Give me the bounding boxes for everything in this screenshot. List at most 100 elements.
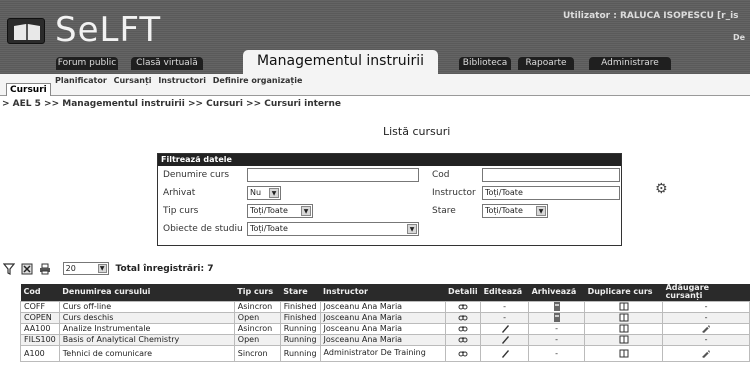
app-title: SeLFT <box>55 10 162 50</box>
details-icon[interactable] <box>458 313 468 322</box>
duplicate-icon[interactable] <box>619 324 629 333</box>
cell-add <box>662 344 750 362</box>
header-extra[interactable]: De <box>733 33 745 42</box>
cell-details <box>444 322 482 335</box>
cell-add: - <box>662 300 750 313</box>
cell-code: COPEN <box>20 311 60 324</box>
cell-edit <box>480 333 530 346</box>
duplicate-icon[interactable] <box>619 335 629 344</box>
filter-apply-icon[interactable]: ⚙ <box>655 181 668 197</box>
cell-status: Running <box>279 344 321 362</box>
subjects-label: Obiecte de studiu <box>163 224 243 234</box>
cell-duplicate <box>584 311 664 324</box>
add-students-icon[interactable] <box>701 324 711 333</box>
edit-pencil-icon[interactable] <box>500 324 510 333</box>
archived-label: Arhivat <box>163 188 196 198</box>
tab-administrare[interactable]: Administrare <box>589 57 671 70</box>
page-size-value: 20 <box>65 264 76 273</box>
table-row[interactable]: COPEN Curs deschis Open Finished Josceanu An… <box>20 311 750 324</box>
instructor-select[interactable]: Toți/Toate <box>482 186 620 200</box>
course-name-input[interactable] <box>247 168 419 182</box>
subtab-definire-organizatie[interactable]: Definire organizație <box>213 76 303 85</box>
cell-instructor: Josceanu Ana Maria <box>319 311 446 324</box>
cell-edit: - <box>480 300 530 313</box>
cell-status: Running <box>279 333 321 346</box>
col-arhiveaza: Arhivează <box>528 284 585 301</box>
cell-status: Finished <box>279 300 321 313</box>
details-icon[interactable] <box>458 335 468 344</box>
col-instructor[interactable]: Instructor <box>320 284 446 301</box>
table-toolbar: 20 ▼ Total înregistrări: 7 <box>3 262 213 276</box>
subtab-instructori[interactable]: Instructori <box>158 76 206 85</box>
cell-name: Analize Instrumentale <box>58 322 235 335</box>
duplicate-icon[interactable] <box>619 349 629 358</box>
archive-icon[interactable] <box>552 302 562 311</box>
col-stare[interactable]: Stare <box>280 284 321 301</box>
cell-add: - <box>662 311 750 324</box>
subtab-cursuri[interactable]: Cursuri <box>6 83 51 96</box>
code-input[interactable] <box>482 168 620 182</box>
add-students-icon[interactable] <box>701 349 711 358</box>
archived-select[interactable]: Nu ▼ <box>247 186 281 200</box>
tab-clasa-virtuala[interactable]: Clasă virtuală <box>131 57 203 70</box>
cell-type: Sincron <box>233 344 281 362</box>
cell-edit <box>480 322 530 335</box>
subjects-select[interactable]: Toți/Toate ▼ <box>247 222 419 236</box>
cell-status: Running <box>279 322 321 335</box>
details-icon[interactable] <box>458 324 468 333</box>
status-select[interactable]: Toți/Toate ▼ <box>482 204 548 218</box>
edit-pencil-icon[interactable] <box>500 335 510 344</box>
subtab-cursanti[interactable]: Cursanți <box>114 76 152 85</box>
breadcrumb[interactable]: > AEL 5 >> Managementul instruirii >> Cu… <box>2 99 341 109</box>
status-value: Toți/Toate <box>485 206 523 215</box>
col-tip-curs[interactable]: Tip curs <box>234 284 281 301</box>
cell-archive <box>528 300 586 313</box>
subjects-value: Toți/Toate <box>250 224 288 233</box>
total-records: Total înregistrări: 7 <box>115 263 214 274</box>
cell-details <box>444 300 482 313</box>
cell-details <box>444 344 482 362</box>
cell-code: AA100 <box>20 322 60 335</box>
col-denumire[interactable]: Denumirea cursului <box>59 284 235 301</box>
cell-name: Basis of Analytical Chemistry <box>58 333 235 346</box>
table-row[interactable]: AA100 Analize Instrumentale Asincron Runnin… <box>20 322 750 335</box>
col-detalii: Detalii <box>445 284 481 301</box>
cell-duplicate <box>584 333 664 346</box>
cell-status: Finished <box>279 311 321 324</box>
sub-navigation: Cursuri Planificator Cursanți Instructor… <box>0 74 750 96</box>
col-duplicare: Duplicare curs <box>584 284 663 301</box>
tab-biblioteca[interactable]: Biblioteca <box>459 57 511 70</box>
col-cod[interactable]: Cod <box>20 284 60 301</box>
details-icon[interactable] <box>458 302 468 311</box>
cell-archive: - <box>528 344 586 362</box>
tab-managementul-instruirii[interactable]: Managementul instruirii <box>243 50 438 74</box>
table-row[interactable]: COFF Curs off-line Asincron Finished Joscean… <box>20 300 750 313</box>
cell-details <box>444 311 482 324</box>
course-type-select[interactable]: Toți/Toate ▼ <box>247 204 313 218</box>
filter-icon[interactable] <box>3 262 15 275</box>
instructor-label: Instructor <box>432 188 476 198</box>
cell-code: A100 <box>20 344 60 362</box>
edit-pencil-icon[interactable] <box>500 349 510 358</box>
cell-instructor: Josceanu Ana Maria <box>319 333 446 346</box>
cell-duplicate <box>584 344 664 362</box>
cell-type: Asincron <box>233 300 281 313</box>
table-row[interactable]: FILS100 Basis of Analytical Chemistry Open… <box>20 333 750 346</box>
duplicate-icon[interactable] <box>619 302 629 311</box>
duplicate-icon[interactable] <box>619 313 629 322</box>
archived-value: Nu <box>250 188 262 197</box>
page-size-select[interactable]: 20 ▼ <box>62 262 109 275</box>
cell-name: Curs off-line <box>58 300 235 313</box>
archive-icon[interactable] <box>552 313 562 322</box>
subnav-links: Planificator Cursanți Instructori Defini… <box>55 76 306 85</box>
excel-export-icon[interactable] <box>21 263 33 275</box>
table-row[interactable]: A100 Tehnici de comunicare Sincron Running A… <box>20 344 750 362</box>
cell-code: FILS100 <box>20 333 60 346</box>
print-icon[interactable] <box>39 263 51 275</box>
tab-rapoarte[interactable]: Rapoarte <box>518 57 574 70</box>
status-label: Stare <box>432 206 456 216</box>
details-icon[interactable] <box>458 349 468 358</box>
tab-forum-public[interactable]: Forum public <box>56 57 118 70</box>
subtab-planificator[interactable]: Planificator <box>55 76 107 85</box>
chevron-down-icon: ▼ <box>301 206 311 216</box>
